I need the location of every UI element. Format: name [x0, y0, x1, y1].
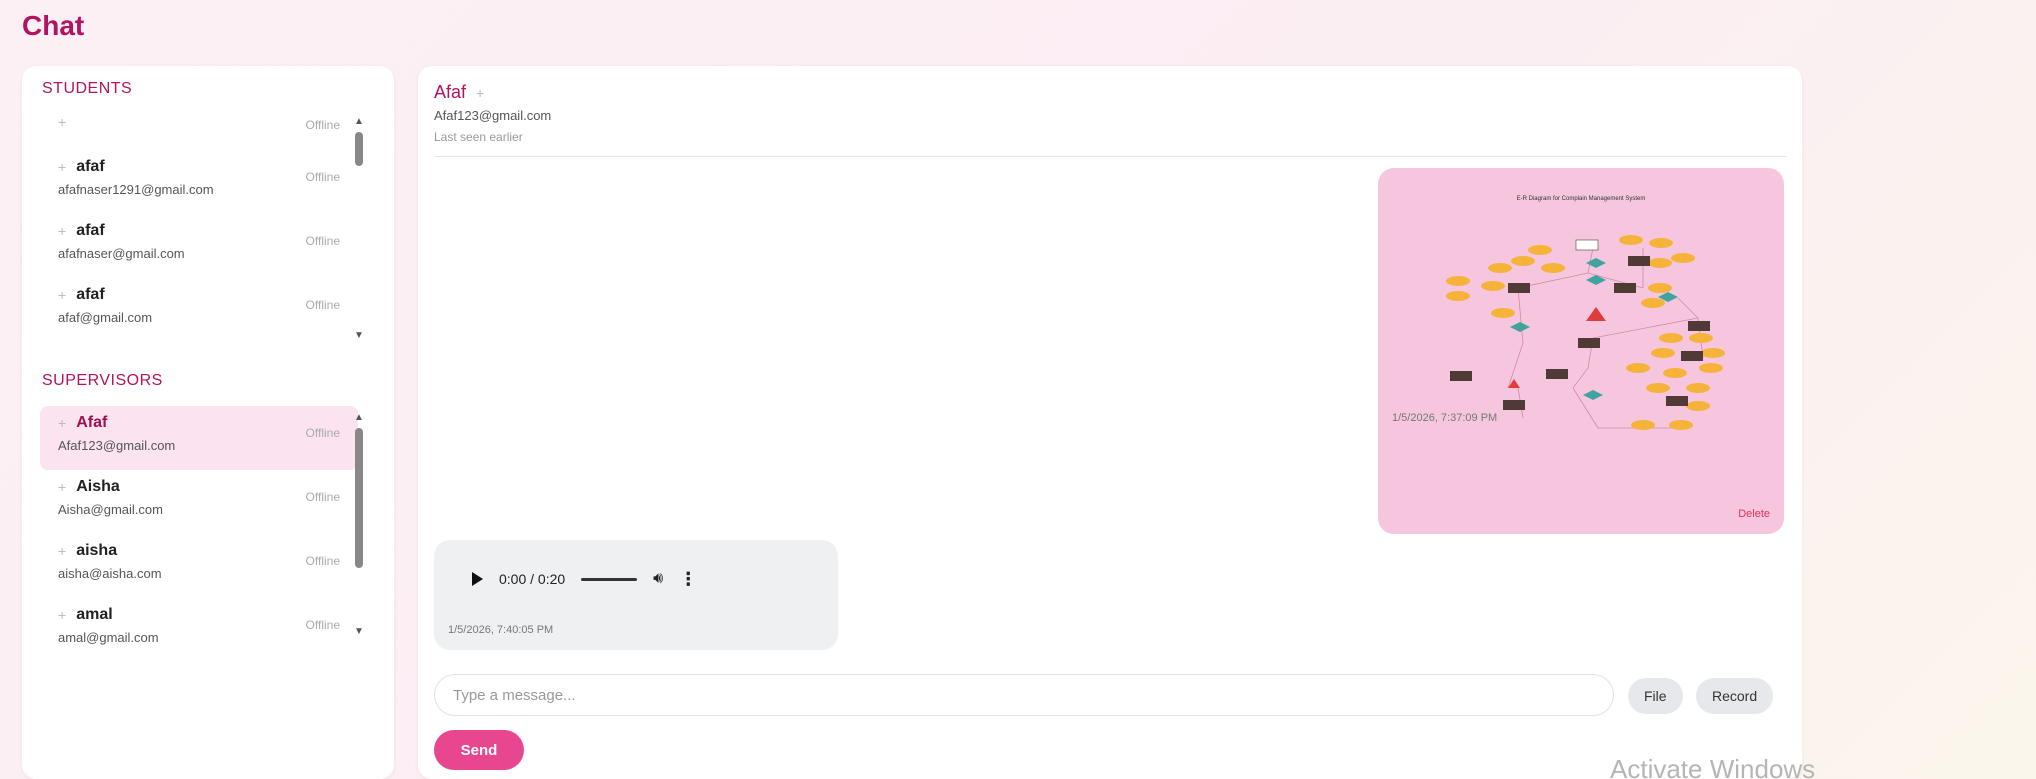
scroll-thumb[interactable]: [355, 132, 363, 166]
contact-email: aisha@aisha.com: [58, 566, 162, 581]
record-button[interactable]: Record: [1696, 678, 1774, 714]
chat-contact-email: Afaf123@gmail.com: [434, 108, 552, 123]
contact-email: Aisha@gmail.com: [58, 502, 163, 517]
supervisors-list: + Afaf Afaf123@gmail.com Offline + Aisha A…: [40, 406, 358, 662]
contact-name: Afaf: [434, 82, 467, 102]
scroll-down-icon[interactable]: ▼: [352, 626, 366, 638]
status-text: Offline: [305, 170, 340, 184]
scroll-thumb[interactable]: [355, 428, 363, 568]
student-item-3[interactable]: + afaf afaf@gmail.com Offline: [40, 278, 358, 342]
status-dot-icon: +: [58, 479, 67, 495]
student-item-2[interactable]: + afaf afafnaser@gmail.com Offline: [40, 214, 358, 278]
kebab-icon[interactable]: ⋮: [679, 569, 697, 590]
supervisor-item-0[interactable]: + Afaf Afaf123@gmail.com Offline: [40, 406, 358, 470]
image-message: E-R Diagram for Complain Management Syst…: [1378, 168, 1784, 534]
status-dot-icon: +: [58, 287, 67, 303]
audio-time-display: 0:00 / 0:20: [499, 571, 566, 587]
student-item-1[interactable]: + afaf afafnaser1291@gmail.com Offline: [40, 150, 358, 214]
status-dot-icon: +: [476, 84, 485, 101]
activate-windows-watermark: Activate Windows: [1610, 754, 1816, 779]
volume-icon[interactable]: 🔊︎: [653, 570, 663, 588]
status-text: Offline: [305, 554, 340, 568]
audio-progress-bar[interactable]: [581, 577, 638, 581]
supervisor-item-1[interactable]: + Aisha Aisha@gmail.com Offline: [40, 470, 358, 534]
status-dot-icon: +: [58, 415, 67, 431]
delete-message-link[interactable]: Delete: [1738, 508, 1770, 520]
play-icon[interactable]: [472, 572, 483, 586]
audio-player: 0:00 / 0:20 🔊︎ ⋮: [448, 554, 824, 604]
status-text: Offline: [305, 426, 340, 440]
status-dot-icon: +: [58, 159, 67, 175]
supervisors-heading: SUPERVISORS: [42, 372, 163, 389]
contact-email: afafnaser1291@gmail.com: [58, 182, 214, 197]
message-timestamp: 1/5/2026, 7:37:09 PM: [1392, 412, 1498, 424]
message-timestamp: 1/5/2026, 7:40:05 PM: [448, 624, 554, 636]
message-input[interactable]: [434, 674, 1614, 716]
status-dot-icon: +: [58, 543, 67, 559]
student-item-0[interactable]: + Offline: [40, 106, 358, 150]
last-seen-text: Last seen earlier: [434, 130, 523, 144]
contacts-panel: STUDENTS + Offline + afaf afafnaser1291@g…: [22, 66, 394, 779]
scroll-up-icon[interactable]: ▲: [352, 116, 366, 128]
chat-panel: Afaf + Afaf123@gmail.com Last seen earli…: [418, 66, 1802, 779]
supervisor-item-3[interactable]: + amal amal@gmail.com Offline: [40, 598, 358, 662]
supervisors-scrollbar[interactable]: ▲ ▼: [352, 412, 366, 638]
audio-message: 0:00 / 0:20 🔊︎ ⋮ 1/5/2026, 7:40:05 PM: [434, 540, 838, 650]
status-dot-icon: +: [58, 223, 67, 239]
status-dot-icon: +: [58, 607, 67, 623]
status-text: Offline: [305, 618, 340, 632]
chat-contact-name: Afaf +: [434, 82, 484, 103]
status-text: Offline: [305, 118, 340, 132]
scroll-down-icon[interactable]: ▼: [352, 330, 366, 342]
status-dot-icon: +: [58, 114, 67, 130]
contact-email: amal@gmail.com: [58, 630, 159, 645]
contact-email: Afaf123@gmail.com: [58, 438, 176, 453]
status-text: Offline: [305, 298, 340, 312]
diagram-caption: E-R Diagram for Complain Management Syst…: [1517, 196, 1646, 202]
students-scrollbar[interactable]: ▲ ▼: [352, 116, 366, 342]
students-list: + Offline + afaf afafnaser1291@gmail.com …: [40, 106, 358, 342]
status-text: Offline: [305, 490, 340, 504]
er-diagram-image[interactable]: E-R Diagram for Complain Management Syst…: [1388, 178, 1774, 468]
students-heading: STUDENTS: [42, 80, 133, 97]
status-text: Offline: [305, 234, 340, 248]
contact-email: afafnaser@gmail.com: [58, 246, 185, 261]
scroll-up-icon[interactable]: ▲: [352, 412, 366, 424]
page-title: Chat: [22, 10, 85, 41]
send-button[interactable]: Send: [434, 730, 524, 770]
supervisor-item-2[interactable]: + aisha aisha@aisha.com Offline: [40, 534, 358, 598]
header-divider: [434, 156, 1786, 157]
file-button[interactable]: File: [1628, 678, 1683, 714]
contact-email: afaf@gmail.com: [58, 310, 153, 325]
